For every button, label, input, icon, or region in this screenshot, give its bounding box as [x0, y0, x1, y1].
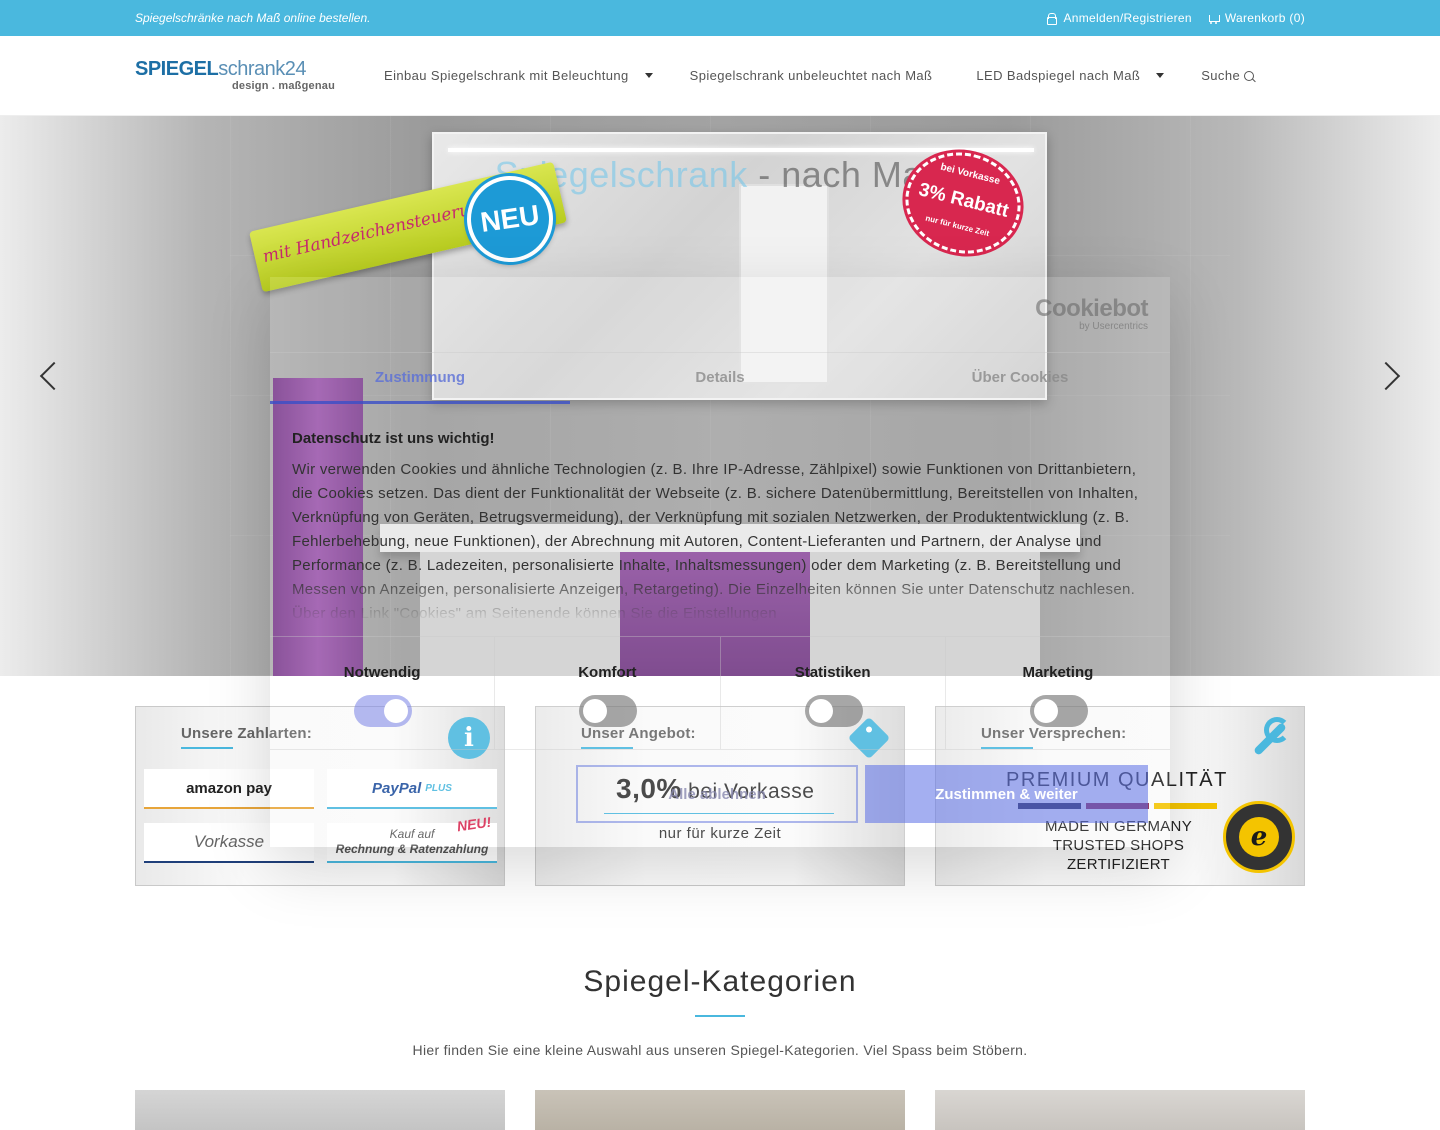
category-image-1[interactable] — [135, 1090, 505, 1130]
logo-main: SPIEGEL — [135, 58, 219, 80]
cookie-categories: Notwendig Komfort Statistiken Marketing — [270, 636, 1170, 750]
category-label: Marketing — [1022, 664, 1094, 681]
cookie-category-marketing: Marketing — [946, 637, 1170, 749]
nav-item-unbeleuchtet[interactable]: Spiegelschrank unbeleuchtet nach Maß — [690, 68, 933, 83]
cookiebot-sub: by Usercentrics — [1079, 321, 1148, 332]
lock-icon — [1046, 12, 1058, 25]
category-label: Statistiken — [794, 664, 871, 681]
wrench-icon — [1246, 717, 1290, 761]
logo-tagline: design . maßgenau — [231, 80, 335, 92]
categories-divider — [695, 1015, 745, 1017]
led-strip — [448, 148, 1034, 152]
promise-line3: ZERTIFIZIERT — [1066, 856, 1171, 873]
nav-item-einbau[interactable]: Einbau Spiegelschrank mit Beleuchtung — [384, 68, 653, 83]
search-icon — [1244, 70, 1256, 83]
tab-details[interactable]: Details — [570, 353, 870, 404]
cookie-consent-dialog: Cookiebot by Usercentrics Zustimmung Det… — [270, 277, 1170, 847]
category-label: Notwendig — [343, 664, 421, 681]
site-logo[interactable]: SPIEGELschrank24 design . maßgenau — [135, 58, 335, 94]
tab-zustimmung[interactable]: Zustimmung — [270, 353, 570, 404]
hero-title: Spiegelschrank - nach Maß — [0, 154, 1440, 196]
logo-rest: schrank24 — [218, 58, 306, 80]
chevron-down-icon[interactable] — [644, 73, 653, 78]
main-nav: Einbau Spiegelschrank mit Beleuchtung Sp… — [384, 68, 1256, 83]
nav-item-led-badspiegel[interactable]: LED Badspiegel nach Maß — [976, 68, 1165, 83]
cookiebot-logo: Cookiebot by Usercentrics — [1035, 295, 1148, 333]
login-link[interactable]: Anmelden/Registrieren — [1046, 11, 1192, 25]
cookie-tabs: Zustimmung Details Über Cookies — [270, 352, 1170, 404]
cookie-category-notwendig: Notwendig — [270, 637, 496, 749]
chevron-down-icon[interactable] — [1156, 73, 1165, 78]
toggle-komfort[interactable] — [579, 695, 638, 727]
cookie-heading: Datenschutz ist uns wichtig! — [292, 430, 495, 447]
category-image-2[interactable] — [535, 1090, 905, 1130]
nav-label: Spiegelschrank unbeleuchtet nach Maß — [689, 68, 933, 83]
tagline: Spiegelschränke nach Maß online bestelle… — [135, 11, 371, 25]
category-label: Komfort — [578, 664, 637, 681]
categories-title: Spiegel-Kategorien — [583, 965, 857, 998]
cookie-text: Wir verwenden Cookies und ähnliche Techn… — [292, 461, 1139, 622]
toggle-statistiken[interactable] — [804, 695, 863, 727]
cart-label: Warenkorb (0) — [1224, 11, 1305, 25]
toggle-marketing[interactable] — [1029, 695, 1088, 727]
slider-prev-arrow[interactable] — [40, 359, 56, 389]
nav-item-search[interactable]: Suche — [1201, 68, 1256, 83]
trusted-shops-seal[interactable]: e — [1223, 801, 1295, 873]
trusted-shops-e: e — [1239, 817, 1279, 857]
categories-subtitle: Hier finden Sie eine kleine Auswahl aus … — [412, 1042, 1028, 1058]
cookie-category-statistiken: Statistiken — [721, 637, 946, 749]
toggle-notwendig[interactable] — [354, 695, 412, 727]
login-label: Anmelden/Registrieren — [1063, 11, 1192, 25]
slider-next-arrow[interactable] — [1384, 359, 1400, 389]
top-bar: Spiegelschränke nach Maß online bestelle… — [0, 0, 1440, 36]
tab-ueber-cookies[interactable]: Über Cookies — [870, 353, 1170, 404]
category-image-3[interactable] — [935, 1090, 1305, 1130]
nav-label: Einbau Spiegelschrank mit Beleuchtung — [384, 68, 629, 83]
cart-icon — [1208, 13, 1220, 24]
nav-label: Suche — [1201, 68, 1241, 83]
accept-continue-button[interactable]: Zustimmen & weiter — [865, 765, 1148, 823]
cookiebot-name: Cookiebot — [1035, 295, 1148, 322]
account-links: Anmelden/Registrieren Warenkorb (0) — [1046, 11, 1305, 25]
cookie-category-komfort: Komfort — [495, 637, 721, 749]
cart-link[interactable]: Warenkorb (0) — [1208, 11, 1305, 25]
main-header: SPIEGELschrank24 design . maßgenau Einba… — [0, 36, 1440, 116]
nav-label: LED Badspiegel nach Maß — [976, 68, 1141, 83]
reject-all-button[interactable]: Alle ablehnen — [576, 765, 858, 823]
